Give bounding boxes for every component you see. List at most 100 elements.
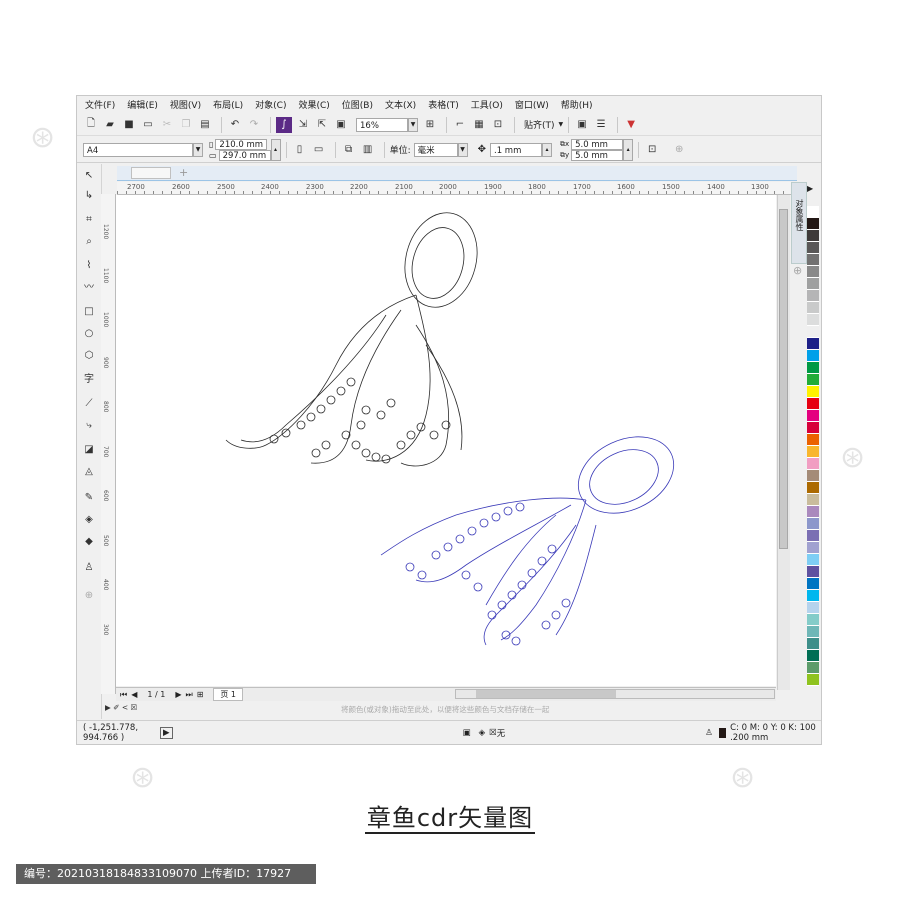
palette-swatch[interactable] — [807, 446, 819, 458]
palette-swatch[interactable] — [807, 662, 819, 674]
palette-scroll-up-icon[interactable]: ▶ — [807, 184, 813, 193]
page-size-dropdown-arrow[interactable]: ▼ — [193, 142, 203, 157]
vertical-ruler[interactable]: 1200 1100 1000 900 800 700 600 500 400 3… — [101, 194, 116, 694]
vertical-scrollbar[interactable] — [777, 195, 790, 690]
last-page-icon[interactable]: ⏭ — [185, 690, 192, 700]
palette-swatch[interactable] — [807, 242, 819, 254]
menu-window[interactable]: 窗口(W) — [515, 98, 549, 111]
dimension-stepper[interactable]: ▴ — [270, 138, 281, 161]
palette-swatch[interactable] — [807, 422, 819, 434]
horizontal-ruler[interactable]: 2700 2600 2500 2400 2300 2200 2100 2000 … — [117, 182, 797, 195]
page-size-field[interactable]: A4 — [83, 142, 193, 157]
full-screen-preview-icon[interactable]: ⊞ — [422, 117, 438, 133]
menu-view[interactable]: 视图(V) — [170, 98, 201, 111]
zoom-tool-icon[interactable]: ⌕ — [81, 234, 97, 250]
scroll-thumb[interactable] — [779, 209, 788, 549]
publish-pdf-icon[interactable]: ▣ — [333, 117, 349, 133]
palette-swatch[interactable] — [807, 602, 819, 614]
palette-swatch[interactable] — [807, 614, 819, 626]
menu-file[interactable]: 文件(F) — [85, 98, 115, 111]
palette-swatch[interactable] — [807, 254, 819, 266]
interactive-fill-icon[interactable]: ◈ — [81, 512, 97, 528]
palette-swatch[interactable] — [807, 482, 819, 494]
palette-swatch[interactable] — [807, 674, 819, 686]
color-eyedropper-icon[interactable]: ✎ — [81, 490, 97, 506]
first-page-icon[interactable]: ⏮ — [120, 690, 127, 700]
show-rulers-icon[interactable]: ⌐ — [452, 117, 468, 133]
palette-swatch[interactable] — [807, 218, 819, 230]
palette-swatch[interactable] — [807, 302, 819, 314]
palette-swatch[interactable] — [807, 542, 819, 554]
palette-swatch[interactable] — [807, 266, 819, 278]
nudge-stepper[interactable]: ▴ — [542, 142, 552, 157]
palette-swatch[interactable] — [807, 626, 819, 638]
nudge-distance-field[interactable]: .1 mm — [490, 142, 542, 157]
add-tool-icon[interactable]: ⊕ — [81, 588, 97, 604]
docker-panel-tab[interactable]: 对象属性 — [791, 182, 807, 264]
palette-swatch[interactable] — [807, 494, 819, 506]
palette-swatch[interactable] — [807, 434, 819, 446]
palette-swatch[interactable] — [807, 470, 819, 482]
undo-icon[interactable]: ↶ — [227, 117, 243, 133]
welcome-screen-icon[interactable]: ▣ — [574, 117, 590, 133]
palette-swatch[interactable] — [807, 290, 819, 302]
portrait-icon[interactable]: ▯ — [292, 142, 308, 158]
freehand-tool-icon[interactable]: ⌇ — [81, 258, 97, 274]
page-tab[interactable]: 页 1 — [213, 688, 244, 701]
current-page-icon[interactable]: ▥ — [360, 142, 376, 158]
palette-swatch[interactable] — [807, 314, 819, 326]
unit-select[interactable]: 毫米 — [413, 142, 458, 157]
new-document-icon[interactable]: 🗋 — [83, 117, 99, 133]
crop-tool-icon[interactable]: ⌗ — [81, 212, 97, 228]
palette-swatch[interactable] — [807, 410, 819, 422]
text-tool-icon[interactable]: 字 — [81, 372, 97, 388]
pick-tool-icon[interactable]: ↖ — [81, 168, 97, 184]
unit-dropdown-arrow[interactable]: ▼ — [457, 142, 468, 157]
octopus-black-outline[interactable] — [225, 205, 487, 467]
palette-swatch[interactable] — [807, 506, 819, 518]
treat-as-filled-icon[interactable]: ⊡ — [644, 142, 660, 158]
menu-object[interactable]: 对象(C) — [255, 98, 286, 111]
duplicate-distance-y-field[interactable]: 5.0 mm — [571, 149, 624, 161]
palette-swatch[interactable] — [807, 362, 819, 374]
palette-swatch[interactable] — [807, 530, 819, 542]
menu-layout[interactable]: 布局(L) — [213, 98, 243, 111]
menu-bitmaps[interactable]: 位图(B) — [342, 98, 373, 111]
search-content-icon[interactable]: ∫ — [276, 116, 292, 133]
horizontal-scrollbar[interactable] — [455, 689, 775, 699]
parallel-dimension-icon[interactable]: ⟋ — [81, 396, 97, 412]
palette-swatch[interactable] — [807, 590, 819, 602]
paste-icon[interactable]: ▤ — [197, 117, 213, 133]
page-height-field[interactable]: 297.0 mm — [218, 149, 271, 161]
cut-icon[interactable]: ✂ — [159, 117, 175, 133]
copy-icon[interactable]: ❐ — [178, 117, 194, 133]
all-pages-icon[interactable]: ⧉ — [341, 142, 357, 158]
add-document-icon[interactable]: + — [179, 166, 188, 179]
landscape-icon[interactable]: ▭ — [311, 142, 327, 158]
connector-tool-icon[interactable]: ⤷ — [81, 418, 97, 434]
menu-effects[interactable]: 效果(C) — [298, 98, 329, 111]
print-icon[interactable]: ▭ — [140, 117, 156, 133]
palette-swatch[interactable] — [807, 278, 819, 290]
artistic-media-icon[interactable]: 〰 — [81, 280, 97, 296]
show-grid-icon[interactable]: ▦ — [471, 117, 487, 133]
outline-pen-icon[interactable]: ♙ — [81, 560, 97, 576]
page-width-field[interactable]: 210.0 mm — [215, 138, 268, 150]
palette-swatch[interactable] — [807, 230, 819, 242]
palette-swatch[interactable] — [807, 458, 819, 470]
palette-swatch[interactable] — [807, 374, 819, 386]
shape-tool-icon[interactable]: ↳ — [81, 188, 97, 204]
palette-swatch[interactable] — [807, 518, 819, 530]
show-guidelines-icon[interactable]: ⊡ — [490, 117, 506, 133]
save-icon[interactable]: ■ — [121, 117, 137, 133]
palette-swatch[interactable] — [807, 650, 819, 662]
rectangle-tool-icon[interactable]: □ — [81, 304, 97, 320]
add-docker-icon[interactable]: ⊕ — [793, 264, 802, 277]
palette-swatch[interactable] — [807, 326, 819, 338]
smart-fill-icon[interactable]: ◆ — [81, 534, 97, 550]
drawing-canvas[interactable] — [116, 195, 776, 686]
ellipse-tool-icon[interactable]: ○ — [81, 326, 97, 342]
duplicate-stepper[interactable]: ▴ — [623, 138, 634, 161]
color-palette[interactable]: ▶ — [807, 184, 821, 686]
palette-swatch[interactable] — [807, 338, 819, 350]
